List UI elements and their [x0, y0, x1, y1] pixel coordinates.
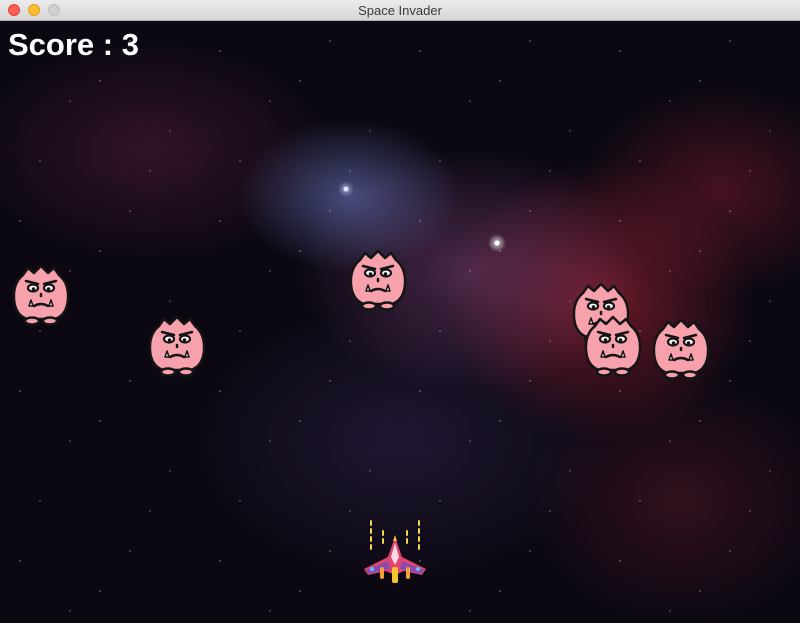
enemy-monster — [349, 249, 407, 311]
bright-star — [338, 181, 354, 197]
enemy-monster — [12, 264, 70, 326]
enemy-monster — [148, 315, 206, 377]
game-window: Space Invader Score : 3 — [0, 0, 800, 623]
bright-star — [488, 234, 506, 252]
title-bar[interactable]: Space Invader — [0, 0, 800, 21]
window-title: Space Invader — [358, 3, 442, 18]
score-display: Score : 3 — [8, 27, 139, 62]
game-canvas[interactable]: Score : 3 — [0, 21, 800, 623]
enemy-monster — [652, 318, 710, 380]
player-spaceship[interactable] — [360, 517, 430, 587]
enemy-monster — [584, 315, 642, 377]
